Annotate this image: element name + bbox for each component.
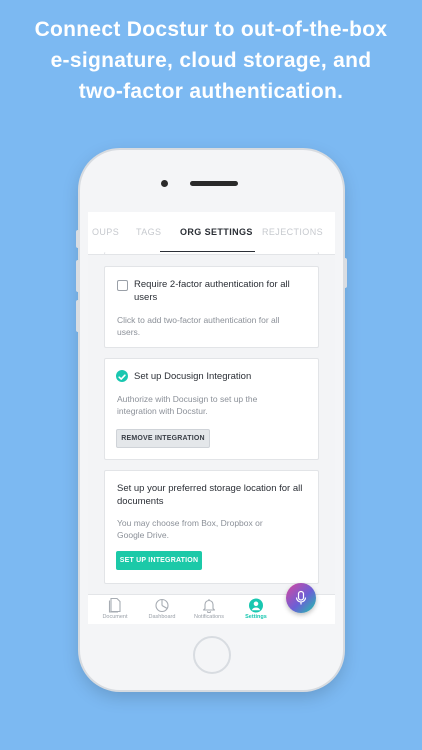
docusign-description-line-2: integration with Docstur. [117, 406, 208, 416]
two-factor-description: Click to add two-factor authentication f… [117, 314, 280, 338]
tab-org-settings[interactable]: ORG SETTINGS [180, 227, 253, 237]
nav-settings[interactable]: Settings [231, 597, 281, 620]
previous-card-edge [104, 252, 319, 255]
document-icon [108, 597, 121, 613]
nav-notifications-label: Notifications [194, 614, 224, 620]
storage-title-line-2: documents [117, 496, 164, 507]
docusign-description-line-1: Authorize with Docusign to set up the [117, 394, 258, 404]
nav-settings-label: Settings [245, 614, 267, 620]
two-factor-description-line-1: Click to add two-factor authentication f… [117, 315, 280, 325]
nav-dashboard[interactable]: Dashboard [137, 597, 187, 620]
storage-title-line-1: Set up your preferred storage location f… [117, 483, 303, 494]
user-icon [249, 598, 263, 613]
bell-icon [202, 599, 216, 613]
headline-line-2: e-signature, cloud storage, and [50, 49, 372, 72]
remove-integration-button[interactable]: REMOVE INTEGRATION [116, 429, 210, 448]
tab-tags[interactable]: TAGS [136, 227, 161, 237]
headline-line-3: two-factor authentication. [78, 80, 344, 103]
voice-assistant-button[interactable] [286, 583, 316, 613]
nav-dashboard-label: Dashboard [148, 614, 176, 620]
two-factor-title: Require 2-factor authentication for all … [134, 278, 290, 304]
volume-up-button [76, 260, 80, 292]
docusign-title: Set up Docusign Integration [134, 371, 252, 382]
tab-groups[interactable]: OUPS [92, 227, 119, 237]
headline-line-1: Connect Docstur to out-of-the-box [34, 18, 388, 41]
two-factor-description-line-2: users. [117, 327, 141, 337]
storage-description: You may choose from Box, Dropbox or Goog… [117, 517, 263, 541]
two-factor-card[interactable]: Require 2-factor authentication for all … [104, 266, 319, 348]
storage-title: Set up your preferred storage location f… [117, 482, 302, 508]
nav-document[interactable]: Document [90, 597, 140, 620]
two-factor-title-line-2: users [134, 292, 158, 303]
home-button[interactable] [193, 636, 231, 674]
earpiece-speaker [190, 181, 238, 186]
storage-description-line-2: Google Drive. [117, 530, 169, 540]
pie-chart-icon [155, 598, 169, 613]
headline: Connect Docstur to out-of-the-box e-sign… [0, 14, 422, 107]
volume-down-button [76, 300, 80, 332]
storage-card: Set up your preferred storage location f… [104, 470, 319, 584]
microphone-icon [295, 590, 307, 605]
docusign-description: Authorize with Docusign to set up the in… [117, 393, 257, 417]
check-circle-icon [116, 370, 128, 382]
two-factor-checkbox[interactable] [117, 280, 128, 291]
front-camera [161, 180, 168, 187]
nav-document-label: Document [102, 614, 128, 620]
set-up-integration-button[interactable]: SET UP INTEGRATION [116, 551, 202, 570]
two-factor-title-line-1: Require 2-factor authentication for all [134, 279, 290, 290]
tab-bar: OUPS TAGS ORG SETTINGS REJECTIONS [88, 212, 335, 255]
power-button [343, 258, 347, 288]
docusign-card: Set up Docusign Integration Authorize wi… [104, 358, 319, 460]
phone-frame: OUPS TAGS ORG SETTINGS REJECTIONS Requir… [76, 150, 347, 690]
nav-notifications[interactable]: Notifications [184, 597, 234, 620]
mute-switch [76, 230, 80, 248]
tab-rejections[interactable]: REJECTIONS [262, 227, 323, 237]
app-screen: OUPS TAGS ORG SETTINGS REJECTIONS Requir… [88, 212, 335, 624]
storage-description-line-1: You may choose from Box, Dropbox or [117, 518, 263, 528]
